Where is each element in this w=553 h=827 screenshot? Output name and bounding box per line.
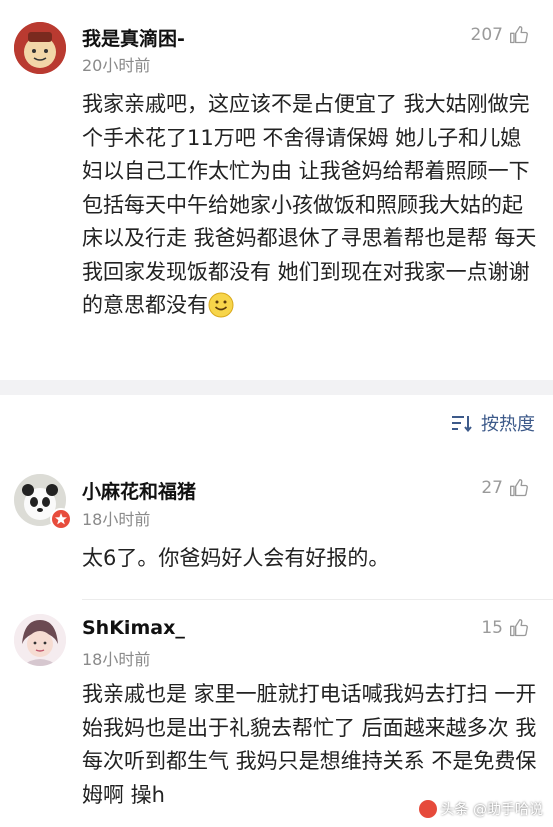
sort-label: 按热度 bbox=[481, 414, 535, 435]
like-button[interactable]: 15 bbox=[481, 618, 529, 638]
like-button[interactable]: 27 bbox=[481, 478, 529, 498]
post-text: 我家亲戚吧，这应该不是占便宜了 我大姑刚做完个手术花了11万吧 不舍得请保姆 她… bbox=[82, 92, 537, 317]
thumbs-up-icon bbox=[510, 26, 528, 44]
verified-badge-icon bbox=[50, 508, 72, 530]
watermark: 头条 @助手哈说 bbox=[418, 799, 543, 819]
post-body: 我家亲戚吧，这应该不是占便宜了 我大姑刚做完个手术花了11万吧 不舍得请保姆 她… bbox=[82, 88, 537, 323]
thumbs-up-icon bbox=[510, 619, 528, 637]
avatar[interactable] bbox=[14, 614, 66, 666]
sort-button[interactable]: 按热度 bbox=[451, 410, 535, 436]
section-divider bbox=[0, 380, 553, 395]
watermark-text: 头条 @助手哈说 bbox=[440, 802, 543, 818]
sort-icon bbox=[452, 416, 472, 432]
comment-body: 太6了。你爸妈好人会有好报的。 bbox=[82, 546, 390, 570]
like-count: 207 bbox=[470, 25, 503, 45]
smile-emoji-icon bbox=[208, 292, 234, 318]
comment-author[interactable]: ShKimax_ bbox=[82, 617, 185, 639]
thumbs-up-icon bbox=[510, 479, 528, 497]
toutiao-logo-icon bbox=[418, 800, 437, 818]
like-count: 15 bbox=[481, 618, 503, 638]
main-post: 我是真滴困- 20小时前 207 我家亲戚吧，这应该不是占便宜了 我大姑刚做完个… bbox=[0, 0, 553, 380]
comment-item: 小麻花和福猪 18小时前 27 太6了。你爸妈好人会有好报的。 bbox=[0, 460, 553, 600]
like-count: 27 bbox=[481, 478, 503, 498]
comment-author[interactable]: 小麻花和福猪 bbox=[82, 477, 196, 504]
comment-time: 18小时前 bbox=[82, 650, 151, 669]
avatar[interactable] bbox=[14, 22, 66, 74]
comment-body: 我亲戚也是 家里一脏就打电话喊我妈去打扫 一开始我妈也是出于礼貌去帮忙了 后面越… bbox=[82, 682, 537, 807]
post-author[interactable]: 我是真滴困- bbox=[82, 24, 185, 51]
post-time: 20小时前 bbox=[82, 56, 151, 75]
like-button[interactable]: 207 bbox=[471, 25, 529, 45]
comment-item: ShKimax_ 18小时前 15 我亲戚也是 家里一脏就打电话喊我妈去打扫 一… bbox=[0, 600, 553, 827]
comment-time: 18小时前 bbox=[82, 510, 151, 529]
